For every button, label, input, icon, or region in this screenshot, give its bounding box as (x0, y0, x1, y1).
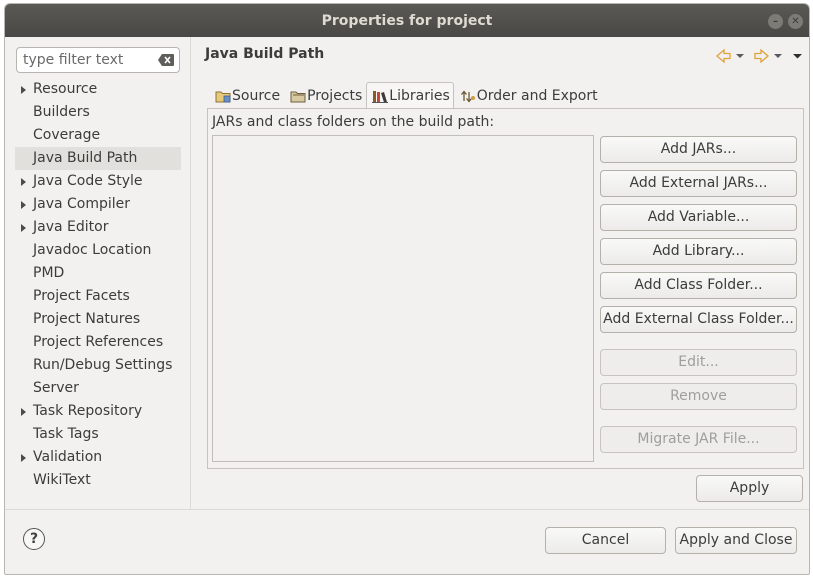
expand-arrow-icon[interactable] (21, 408, 26, 416)
tree-item-run-debug-settings[interactable]: Run/Debug Settings (15, 354, 181, 377)
title-bar[interactable]: Properties for project – ✕ (5, 4, 809, 37)
forward-arrow-icon[interactable] (754, 48, 769, 64)
tab-bar: Source Projects Libraries Order and Expo… (209, 82, 602, 109)
add-external-class-folder-button[interactable]: Add External Class Folder... (600, 306, 797, 333)
preference-tree: Resource Builders Coverage Java Build Pa… (15, 78, 181, 492)
close-button[interactable]: ✕ (788, 14, 803, 29)
add-variable-button[interactable]: Add Variable... (600, 204, 797, 231)
cancel-button[interactable]: Cancel (545, 527, 666, 554)
tree-item-project-facets[interactable]: Project Facets (15, 285, 181, 308)
tree-item-resource[interactable]: Resource (15, 78, 181, 101)
libraries-icon (372, 91, 389, 103)
properties-dialog: Properties for project – ✕ Resource Buil… (4, 3, 810, 575)
source-folder-icon (215, 91, 231, 103)
expand-arrow-icon[interactable] (21, 86, 26, 94)
migrate-jar-button[interactable]: Migrate JAR File... (600, 426, 797, 453)
tree-item-server[interactable]: Server (15, 377, 181, 400)
tree-item-wikitext[interactable]: WikiText (15, 469, 181, 492)
edit-button[interactable]: Edit... (600, 349, 797, 376)
tree-item-validation[interactable]: Validation (15, 446, 181, 469)
add-external-jars-button[interactable]: Add External JARs... (600, 170, 797, 197)
window-title: Properties for project (321, 12, 493, 29)
filter-field[interactable] (16, 47, 180, 73)
back-menu-chevron-icon[interactable] (736, 54, 744, 58)
tree-item-java-code-style[interactable]: Java Code Style (15, 170, 181, 193)
tree-item-java-compiler[interactable]: Java Compiler (15, 193, 181, 216)
tree-item-java-editor[interactable]: Java Editor (15, 216, 181, 239)
page-title: Java Build Path (205, 46, 325, 62)
tab-source[interactable]: Source (209, 82, 284, 109)
expand-arrow-icon[interactable] (21, 178, 26, 186)
expand-arrow-icon[interactable] (21, 454, 26, 462)
tree-item-javadoc-location[interactable]: Javadoc Location (15, 239, 181, 262)
help-icon[interactable]: ? (23, 528, 45, 550)
navigation-arrows (716, 48, 802, 64)
filter-input[interactable] (23, 50, 148, 70)
clear-filter-icon[interactable] (158, 54, 174, 66)
minimize-button[interactable]: – (768, 14, 783, 29)
tree-item-builders[interactable]: Builders (15, 101, 181, 124)
back-arrow-icon[interactable] (716, 48, 731, 64)
add-jars-button[interactable]: Add JARs... (600, 136, 797, 163)
tree-item-pmd[interactable]: PMD (15, 262, 181, 285)
tree-item-coverage[interactable]: Coverage (15, 124, 181, 147)
tree-item-java-build-path[interactable]: Java Build Path (15, 147, 181, 170)
tree-item-project-references[interactable]: Project References (15, 331, 181, 354)
tab-libraries[interactable]: Libraries (366, 82, 454, 109)
add-class-folder-button[interactable]: Add Class Folder... (600, 272, 797, 299)
add-library-button[interactable]: Add Library... (600, 238, 797, 265)
tree-item-project-natures[interactable]: Project Natures (15, 308, 181, 331)
apply-and-close-button[interactable]: Apply and Close (675, 527, 797, 554)
remove-button[interactable]: Remove (600, 383, 797, 410)
expand-arrow-icon[interactable] (21, 224, 26, 232)
build-path-list[interactable] (212, 135, 594, 462)
tree-item-task-repository[interactable]: Task Repository (15, 400, 181, 423)
view-menu-chevron-icon[interactable] (793, 54, 802, 59)
apply-button[interactable]: Apply (696, 475, 803, 502)
projects-folder-icon (290, 91, 306, 103)
tab-projects[interactable]: Projects (284, 82, 366, 109)
expand-arrow-icon[interactable] (21, 201, 26, 209)
forward-menu-chevron-icon[interactable] (774, 54, 782, 58)
tree-item-task-tags[interactable]: Task Tags (15, 423, 181, 446)
order-export-icon (460, 90, 475, 103)
build-path-label: JARs and class folders on the build path… (212, 114, 495, 130)
tab-order-and-export[interactable]: Order and Export (454, 82, 602, 109)
